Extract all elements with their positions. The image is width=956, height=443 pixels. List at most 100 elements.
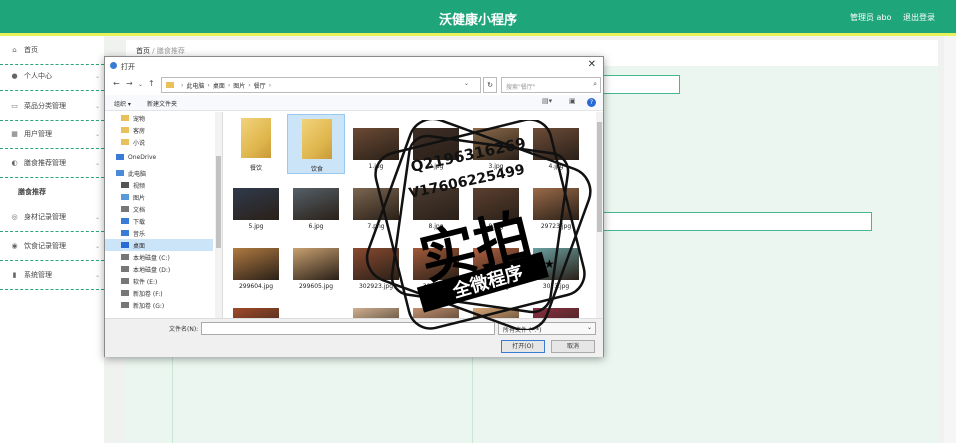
tree-item-label: 客房 — [133, 127, 146, 135]
folder-icon — [241, 118, 271, 158]
filename-input[interactable] — [201, 322, 495, 335]
open-file-dialog: 打开 ✕ ← → ⌄ ↑ › 此电脑 › 桌面 › 图片 › 餐厅 › ⌄ ↻ … — [104, 56, 604, 357]
tree-item[interactable]: 此电脑 — [105, 167, 213, 179]
help-icon[interactable]: ? — [587, 98, 596, 107]
organize-button[interactable]: 组织 ▾ — [114, 99, 131, 108]
file-item[interactable]: 3.jpg — [467, 114, 525, 174]
up-icon[interactable]: ↑ — [148, 79, 155, 88]
file-scrollbar[interactable] — [596, 112, 603, 318]
file-item[interactable]: 3060.jpg — [407, 234, 465, 294]
file-item[interactable]: d0deec748a5e1 — [227, 294, 285, 318]
document-icon — [121, 206, 129, 212]
cancel-button[interactable]: 取消 — [551, 340, 595, 353]
image-thumbnail — [533, 248, 579, 280]
header-accent-line — [0, 33, 956, 36]
path-segment[interactable]: 此电脑 — [186, 81, 204, 90]
sidebar-item[interactable]: ● 个人中心 ⌄ — [0, 62, 104, 91]
view-options-icon[interactable]: ▤▾ — [542, 97, 552, 105]
sidebar-item[interactable]: 膳食推荐 — [0, 177, 104, 206]
file-item[interactable]: 4.jpg — [527, 114, 585, 174]
file-item[interactable]: timg.gif — [527, 294, 585, 318]
tree-item[interactable]: 本地磁盘 (D:) — [105, 263, 213, 275]
tree-item[interactable]: 下载 — [105, 215, 213, 227]
path-segment[interactable]: 图片 — [233, 81, 245, 90]
file-label: 3060.jpg — [422, 283, 450, 290]
sidebar-item[interactable]: ◐ 膳食推荐管理 ⌄ — [0, 149, 104, 178]
file-item[interactable]: timg (3).jpg — [467, 294, 525, 318]
form-input[interactable] — [598, 75, 680, 94]
file-item[interactable]: 8.jpg — [407, 174, 465, 234]
logout-link[interactable]: 退出登录 — [903, 12, 935, 23]
sidebar-item[interactable]: ▮ 系统管理 ⌄ — [0, 261, 104, 290]
file-item[interactable]: 6.jpg — [287, 174, 345, 234]
sidebar-item-label: 身材记录管理 — [24, 213, 66, 221]
tree-item[interactable]: OneDrive — [105, 151, 213, 163]
image-thumbnail — [533, 308, 579, 318]
sidebar-item[interactable]: ◉ 饮食记录管理 ⌄ — [0, 232, 104, 261]
file-item[interactable]: 5.jpg — [227, 174, 285, 234]
address-bar[interactable]: › 此电脑 › 桌面 › 图片 › 餐厅 › — [161, 77, 481, 93]
filetype-select[interactable]: 所有文件 (*.*) ⌄ — [498, 322, 596, 335]
top-header: 沃健康小程序 管理员 abo 退出登录 — [0, 0, 956, 33]
file-item[interactable]: timg (2).jpg — [407, 294, 465, 318]
breadcrumb: 首页 / 膳食推荐 — [136, 46, 185, 56]
tree-item[interactable]: 小说 — [105, 136, 213, 148]
file-item[interactable]: 3061.jpg — [467, 234, 525, 294]
file-item[interactable]: 299605.jpg — [287, 234, 345, 294]
form-input[interactable] — [590, 212, 872, 231]
file-item[interactable]: timg (1).jpg — [347, 294, 405, 318]
tree-item[interactable]: 文档 — [105, 203, 213, 215]
tree-item[interactable]: 音乐 — [105, 227, 213, 239]
recent-dropdown-icon[interactable]: ⌄ — [138, 81, 143, 88]
forward-icon[interactable]: → — [126, 79, 133, 88]
file-item[interactable]: 7.png — [347, 174, 405, 234]
tree-item[interactable]: 客房 — [105, 124, 213, 136]
new-folder-button[interactable]: 新建文件夹 — [147, 99, 177, 108]
back-icon[interactable]: ← — [113, 79, 120, 88]
file-item[interactable]: 1.jpg — [347, 114, 405, 174]
close-icon[interactable]: ✕ — [588, 59, 596, 70]
sidebar-item[interactable]: ▦ 用户管理 ⌄ — [0, 120, 104, 149]
chevron-down-icon[interactable]: ⌄ — [464, 80, 469, 87]
tree-item-label: 桌面 — [133, 242, 146, 250]
tree-item[interactable]: 桌面 — [105, 239, 213, 251]
scrollbar-thumb[interactable] — [216, 156, 221, 248]
tree-scrollbar[interactable] — [215, 112, 222, 318]
image-thumbnail — [473, 248, 519, 280]
file-label: 餐饮 — [249, 165, 262, 172]
path-separator: › — [268, 81, 272, 89]
tree-item[interactable]: 本地磁盘 (C:) — [105, 251, 213, 263]
breadcrumb-home[interactable]: 首页 — [136, 47, 150, 55]
navigation-row: ← → ⌄ ↑ › 此电脑 › 桌面 › 图片 › 餐厅 › ⌄ ↻ 搜索"餐厅… — [109, 77, 601, 93]
file-item[interactable]: 302923.jpg — [347, 234, 405, 294]
preview-pane-icon[interactable]: ▣ — [569, 97, 576, 105]
refresh-icon[interactable]: ↻ — [483, 77, 497, 93]
path-segment[interactable]: 餐厅 — [254, 81, 266, 90]
search-input[interactable]: 搜索"餐厅" ⌕ — [501, 77, 601, 93]
open-button[interactable]: 打开(O) — [501, 340, 545, 353]
folder-item[interactable]: 餐饮 — [227, 114, 285, 174]
path-segment[interactable]: 桌面 — [213, 81, 225, 90]
file-item[interactable]: 29723.jpg — [527, 174, 585, 234]
sidebar-item[interactable]: ◎ 身材记录管理 ⌄ — [0, 203, 104, 232]
folder-item[interactable]: 饮食 — [287, 114, 345, 174]
file-item[interactable]: 299604.jpg — [227, 234, 285, 294]
file-item[interactable]: 2.jpg — [407, 114, 465, 174]
file-item[interactable]: 3073.jpg — [527, 234, 585, 294]
file-item[interactable]: 9.jpg — [467, 174, 525, 234]
filetype-value: 所有文件 (*.*) — [503, 327, 542, 334]
tree-item[interactable]: 视频 — [105, 179, 213, 191]
tree-item[interactable]: 新加卷 (G:) — [105, 299, 213, 311]
file-item[interactable]: ⌕search.png — [287, 294, 345, 318]
sidebar-item[interactable]: ▭ 菜品分类管理 ⌄ — [0, 92, 104, 121]
page-scrollbar[interactable] — [944, 36, 956, 443]
tree-item[interactable]: 新加卷 (F:) — [105, 287, 213, 299]
sidebar-item[interactable]: ⌂ 首页 — [0, 36, 104, 65]
tree-item[interactable]: 宠物 — [105, 112, 213, 124]
tree-item[interactable]: 软件 (E:) — [105, 275, 213, 287]
file-label: 299605.jpg — [298, 283, 334, 290]
tree-item[interactable]: 图片 — [105, 191, 213, 203]
scrollbar-thumb[interactable] — [597, 122, 602, 232]
dialog-title: 打开 — [121, 63, 135, 71]
tree-item-label: 小说 — [133, 139, 146, 147]
